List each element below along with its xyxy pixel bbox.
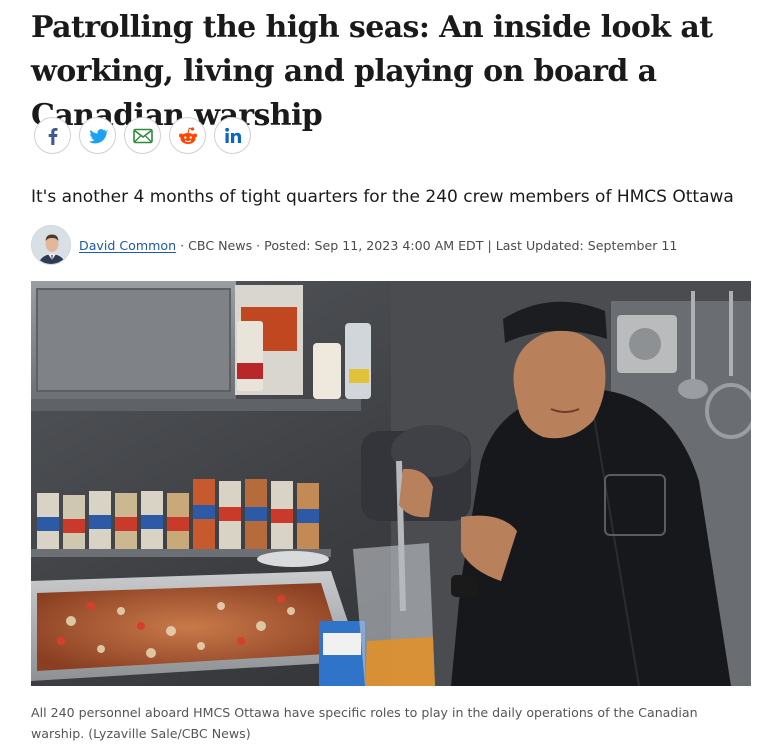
- facebook-icon: [43, 126, 63, 146]
- byline-separator: |: [483, 237, 496, 253]
- share-facebook-button[interactable]: [34, 117, 71, 154]
- byline-text: David Common · CBC News · Posted: Sep 11…: [79, 238, 677, 253]
- twitter-icon: [88, 126, 108, 146]
- share-reddit-button[interactable]: [169, 117, 206, 154]
- email-icon: [132, 128, 153, 144]
- lead-photo[interactable]: [31, 281, 751, 686]
- share-linkedin-button[interactable]: [214, 117, 251, 154]
- posted-timestamp: Posted: Sep 11, 2023 4:00 AM EDT: [264, 237, 484, 253]
- share-email-button[interactable]: [124, 117, 161, 154]
- byline: David Common · CBC News · Posted: Sep 11…: [31, 225, 677, 265]
- share-toolbar: [34, 117, 251, 154]
- author-link[interactable]: David Common: [79, 238, 176, 253]
- galley-photo-illustration: [31, 281, 751, 686]
- reddit-icon: [177, 126, 199, 146]
- byline-separator: ·: [252, 237, 265, 253]
- updated-timestamp: Last Updated: September 11: [495, 237, 678, 253]
- share-twitter-button[interactable]: [79, 117, 116, 154]
- author-avatar[interactable]: [31, 225, 71, 265]
- linkedin-icon: [223, 126, 243, 146]
- byline-outlet: CBC News: [188, 237, 253, 253]
- article-deck: It's another 4 months of tight quarters …: [31, 187, 734, 207]
- photo-caption: All 240 personnel aboard HMCS Ottawa hav…: [31, 705, 698, 741]
- byline-separator: ·: [176, 237, 189, 253]
